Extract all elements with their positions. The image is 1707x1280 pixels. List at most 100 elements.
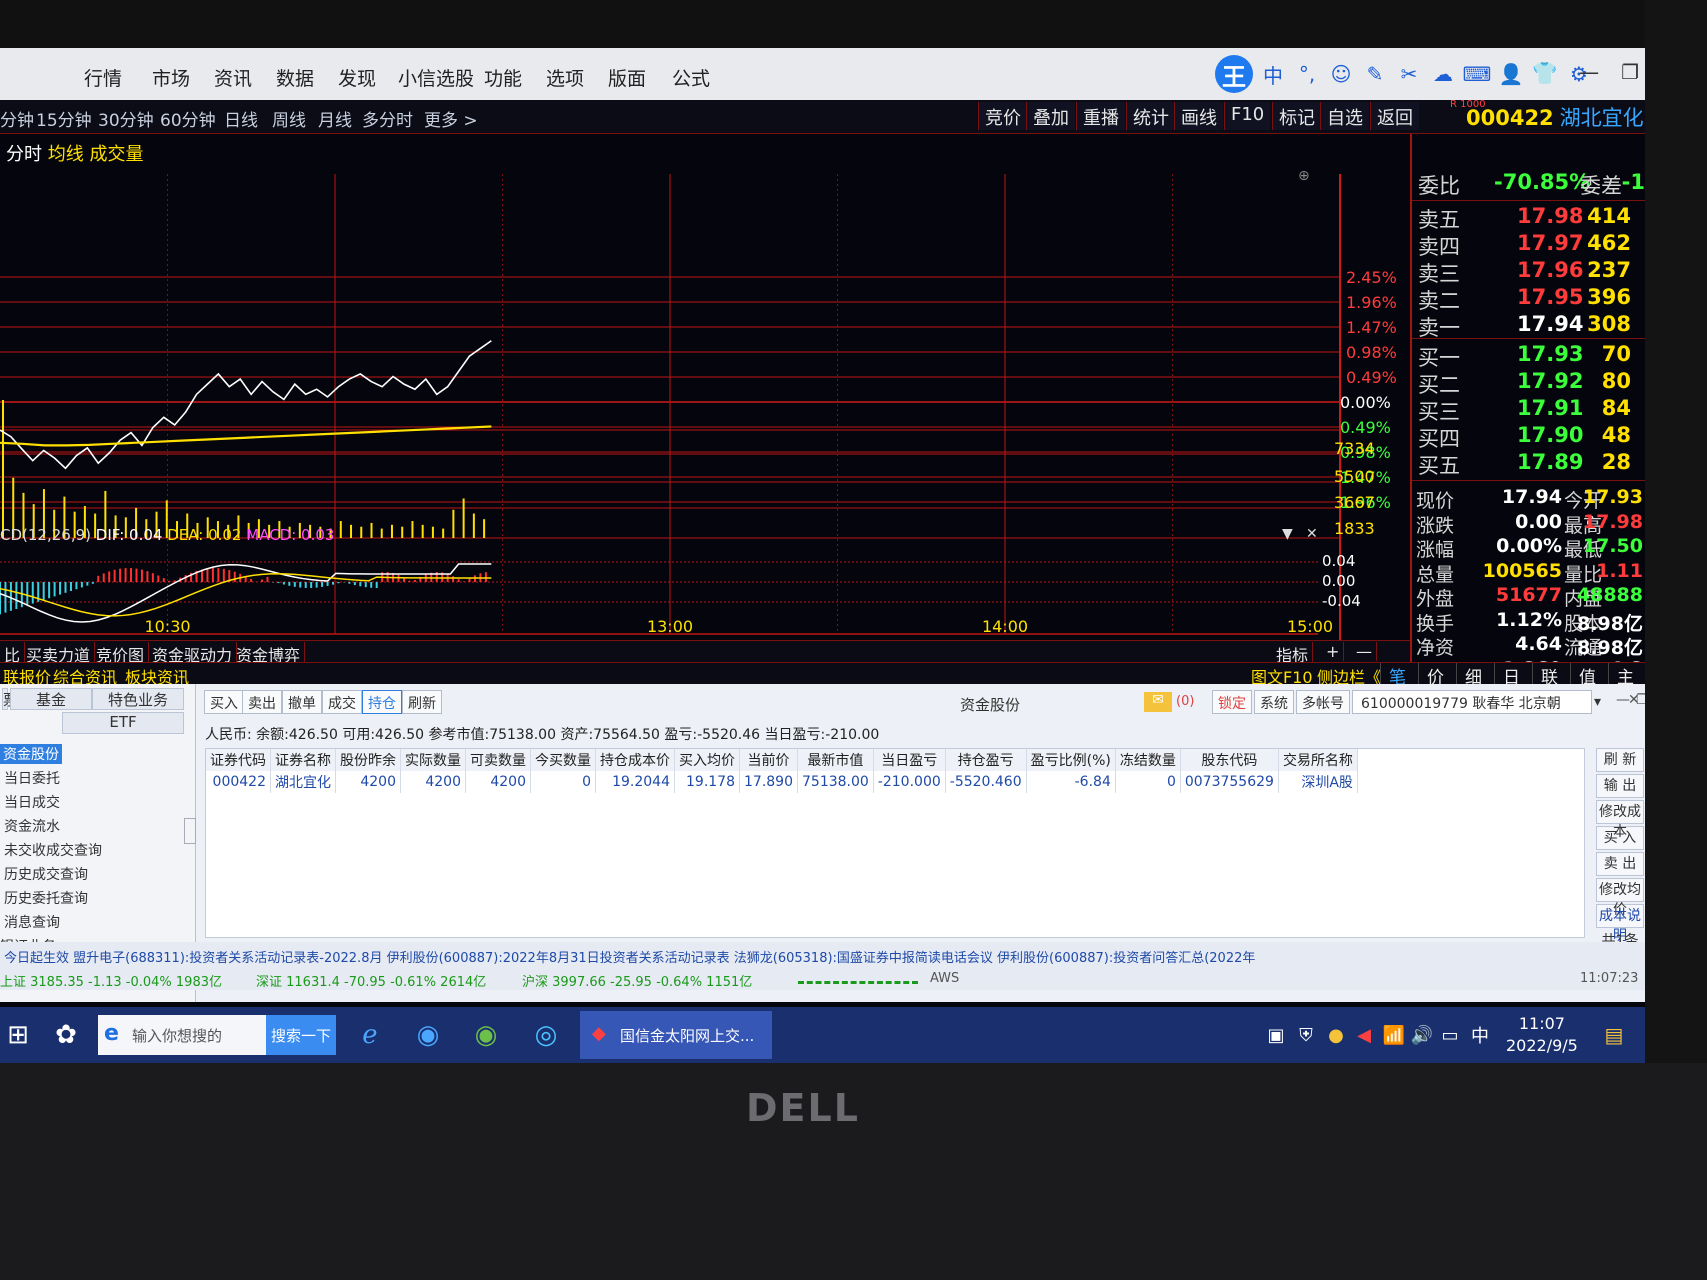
table-cell[interactable]: 4200 bbox=[335, 771, 401, 793]
index-sh[interactable]: 上证 3185.35 -1.13 -0.04% 1983亿 bbox=[0, 971, 222, 990]
column-header[interactable]: 股份昨余 bbox=[335, 749, 401, 771]
indicator-add-button[interactable]: + bbox=[1322, 642, 1345, 661]
chart-zoom-icon[interactable]: ⊕ bbox=[1298, 168, 1310, 184]
index-sz[interactable]: 深证 11631.4 -70.95 -0.61% 2614亿 bbox=[256, 971, 486, 990]
menu-functions[interactable]: 功能 bbox=[484, 64, 522, 91]
table-cell[interactable]: 4200 bbox=[400, 771, 466, 793]
period-1min[interactable]: 分钟 bbox=[0, 106, 34, 131]
tool-back[interactable]: 返回 bbox=[1370, 102, 1419, 130]
nav-today-deals[interactable]: 当日成交 bbox=[4, 792, 60, 812]
account-select[interactable]: 610000019779 耿春华 北京朝 bbox=[1352, 690, 1592, 714]
table-cell[interactable]: 75138.00 bbox=[797, 771, 874, 793]
refresh-button[interactable]: 刷新 bbox=[402, 690, 442, 714]
period-more[interactable]: 更多 > bbox=[424, 106, 478, 131]
ime-punctuation-icon[interactable]: °, bbox=[1293, 60, 1321, 88]
table-cell[interactable]: 0 bbox=[1115, 771, 1181, 793]
taskbar-search-button[interactable]: 搜索一下 bbox=[266, 1015, 336, 1055]
nav-unsettled[interactable]: 未交收成交查询 bbox=[4, 840, 102, 860]
period-multi[interactable]: 多分时 bbox=[362, 106, 413, 131]
table-cell[interactable]: 0 bbox=[530, 771, 596, 793]
tool-f10[interactable]: F10 bbox=[1224, 102, 1271, 130]
ticker-text[interactable]: 今日起生效 盟升电子(688311):投资者关系活动记录表-2022.8月 伊利… bbox=[4, 947, 1255, 966]
side-edit-avg-button[interactable]: 修改均价 bbox=[1596, 878, 1644, 918]
table-cell[interactable]: 4200 bbox=[465, 771, 531, 793]
ime-chinese-icon[interactable]: 中 bbox=[1259, 60, 1287, 88]
menu-quotes[interactable]: 行情 bbox=[84, 64, 122, 91]
column-header[interactable]: 交易所名称 bbox=[1278, 749, 1358, 771]
side-sell-button[interactable]: 卖 出 bbox=[1596, 852, 1644, 876]
tool-replay[interactable]: 重播 bbox=[1076, 102, 1125, 130]
side-refresh-button[interactable]: 刷 新 bbox=[1596, 748, 1644, 772]
system-button[interactable]: 系统 bbox=[1254, 690, 1294, 714]
cancel-order-button[interactable]: 撤单 bbox=[282, 690, 322, 714]
bid-row[interactable]: 买一 17.93 70 bbox=[1412, 342, 1645, 370]
menu-news[interactable]: 资讯 bbox=[214, 64, 252, 91]
collapse-indicator-icon[interactable]: ▼ bbox=[1282, 526, 1293, 542]
table-cell[interactable]: -5520.460 bbox=[945, 771, 1027, 793]
menu-options[interactable]: 选项 bbox=[546, 64, 584, 91]
left-tab-stock[interactable]: 票 bbox=[2, 688, 18, 710]
table-cell[interactable]: -210.000 bbox=[873, 771, 946, 793]
period-month[interactable]: 月线 bbox=[318, 106, 352, 131]
index-hs[interactable]: 沪深 3997.66 -25.95 -0.64% 1151亿 bbox=[522, 971, 752, 990]
minimize-icon[interactable]: — bbox=[1579, 60, 1599, 84]
column-header[interactable]: 持仓盈亏 bbox=[945, 749, 1027, 771]
table-cell[interactable]: 湖北宜化 bbox=[270, 771, 336, 793]
table-cell[interactable]: 深圳A股 bbox=[1278, 771, 1358, 793]
left-tab-etf[interactable]: ETF bbox=[62, 712, 184, 734]
column-header[interactable]: 买入均价 bbox=[674, 749, 740, 771]
bid-row[interactable]: 买三 17.91 84 bbox=[1412, 396, 1645, 424]
tab-ma[interactable]: 均线 bbox=[48, 144, 84, 165]
table-cell[interactable]: 000422 bbox=[206, 771, 271, 793]
news-ticker[interactable]: 今日起生效 盟升电子(688311):投资者关系活动记录表-2022.8月 伊利… bbox=[0, 942, 1645, 966]
bid-row[interactable]: 买二 17.92 80 bbox=[1412, 369, 1645, 397]
ime-cloud-icon[interactable]: ☁ bbox=[1429, 60, 1457, 88]
side-cost-help-button[interactable]: 成本说明 bbox=[1596, 904, 1644, 944]
menu-market[interactable]: 市场 bbox=[152, 64, 190, 91]
tab-volume[interactable]: 成交量 bbox=[89, 144, 143, 165]
ask-row[interactable]: 卖三 17.96 237 bbox=[1412, 258, 1645, 286]
ime-scissors-icon[interactable]: ✂ bbox=[1395, 60, 1423, 88]
tool-mark[interactable]: 标记 bbox=[1272, 102, 1321, 130]
nav-fund-shares[interactable]: 资金股份 bbox=[0, 744, 62, 764]
sell-button[interactable]: 卖出 bbox=[242, 690, 282, 714]
nav-history-orders[interactable]: 历史委托查询 bbox=[4, 888, 88, 908]
indicator-remove-button[interactable]: — bbox=[1352, 642, 1377, 661]
skin-icon[interactable]: 👕 bbox=[1532, 60, 1557, 84]
side-edit-cost-button[interactable]: 修改成本 bbox=[1596, 800, 1644, 840]
tray-ime-indicator[interactable]: 中 bbox=[1462, 1017, 1498, 1053]
tool-auction[interactable]: 竞价 bbox=[978, 102, 1027, 130]
column-header[interactable]: 盈亏比例(%) bbox=[1026, 749, 1116, 771]
nav-fund-flow[interactable]: 资金流水 bbox=[4, 816, 60, 836]
taskbar-search-input[interactable]: 输入你想搜的 bbox=[98, 1015, 266, 1055]
deals-button[interactable]: 成交 bbox=[322, 690, 362, 714]
left-tab-fund[interactable]: 基金 bbox=[10, 688, 92, 710]
period-day[interactable]: 日线 bbox=[224, 106, 258, 131]
table-cell[interactable]: 0073755629 bbox=[1180, 771, 1279, 793]
ime-logo-icon[interactable]: 王 bbox=[1215, 55, 1253, 93]
column-header[interactable]: 可卖数量 bbox=[465, 749, 531, 771]
period-30min[interactable]: 30分钟 bbox=[98, 106, 154, 131]
ask-row[interactable]: 卖四 17.97 462 bbox=[1412, 231, 1645, 259]
ask-row[interactable]: 卖二 17.95 396 bbox=[1412, 285, 1645, 313]
bid-row[interactable]: 买五 17.89 28 bbox=[1412, 450, 1645, 478]
ask-row[interactable]: 卖一 17.94 308 bbox=[1412, 312, 1645, 340]
column-header[interactable]: 证券代码 bbox=[206, 749, 271, 771]
nav-scrollbar[interactable] bbox=[184, 818, 196, 844]
ask-row[interactable]: 卖五 17.98 414 bbox=[1412, 204, 1645, 232]
period-15min[interactable]: 15分钟 bbox=[36, 106, 92, 131]
taskbar-trading-app[interactable]: 国信金太阳网上交... bbox=[580, 1011, 772, 1059]
table-cell[interactable]: -6.84 bbox=[1026, 771, 1116, 793]
browser-icon[interactable]: ◉ bbox=[468, 1017, 504, 1053]
account-dropdown-icon[interactable]: ▾ bbox=[1594, 694, 1601, 710]
period-week[interactable]: 周线 bbox=[272, 106, 306, 131]
menu-layout[interactable]: 版面 bbox=[608, 64, 646, 91]
column-header[interactable]: 持仓成本价 bbox=[595, 749, 675, 771]
column-header[interactable]: 今买数量 bbox=[530, 749, 596, 771]
ie-icon[interactable]: ℯ bbox=[352, 1017, 388, 1053]
tool-watchlist[interactable]: 自选 bbox=[1320, 102, 1369, 130]
menu-formula[interactable]: 公式 bbox=[672, 64, 710, 91]
table-cell[interactable]: 19.2044 bbox=[595, 771, 675, 793]
mail-icon[interactable]: ✉ bbox=[1144, 692, 1172, 712]
nav-today-orders[interactable]: 当日委托 bbox=[4, 768, 60, 788]
